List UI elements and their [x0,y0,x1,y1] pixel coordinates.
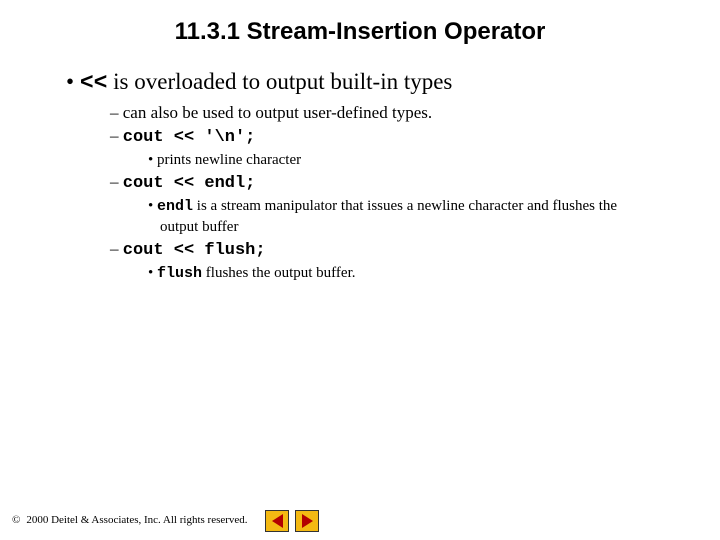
op-code: << [80,70,108,96]
code-cout-endl: cout << endl; [123,174,256,193]
bullet-level2: cout << flush; [110,238,680,263]
bullet-level3: prints newline character [148,150,680,171]
copyright-footer: © 2000 Deitel & Associates, Inc. All rig… [12,514,248,526]
copyright-text: 2000 Deitel & Associates, Inc. All right… [26,514,247,526]
bullet-level2: can also be used to output user-defined … [110,102,680,125]
triangle-left-icon [272,514,283,528]
bullet-level3: endl is a stream manipulator that issues… [148,196,680,238]
sub1-text: can also be used to output user-defined … [123,103,432,122]
copyright-symbol: © [12,514,20,526]
code-endl: endl [157,198,193,215]
sub3a-text: is a stream manipulator that issues a ne… [160,198,617,235]
prev-button[interactable] [265,510,289,532]
nav-buttons [265,510,319,532]
triangle-right-icon [302,514,313,528]
bullet-level3: flush flushes the output buffer. [148,263,680,284]
bullet-level2: cout << endl; [110,171,680,196]
bullet-level1: << is overloaded to output built-in type… [66,68,680,98]
slide-title: 11.3.1 Stream-Insertion Operator [40,18,680,46]
sub2a-text: prints newline character [157,152,301,168]
code-flush: flush [157,265,202,282]
code-cout-newline: cout << '\n'; [123,128,256,147]
bullet1-text: is overloaded to output built-in types [107,69,452,94]
bullet-level2: cout << '\n'; [110,125,680,150]
code-cout-flush: cout << flush; [123,241,266,260]
next-button[interactable] [295,510,319,532]
sub4a-text: flushes the output buffer. [202,265,355,281]
